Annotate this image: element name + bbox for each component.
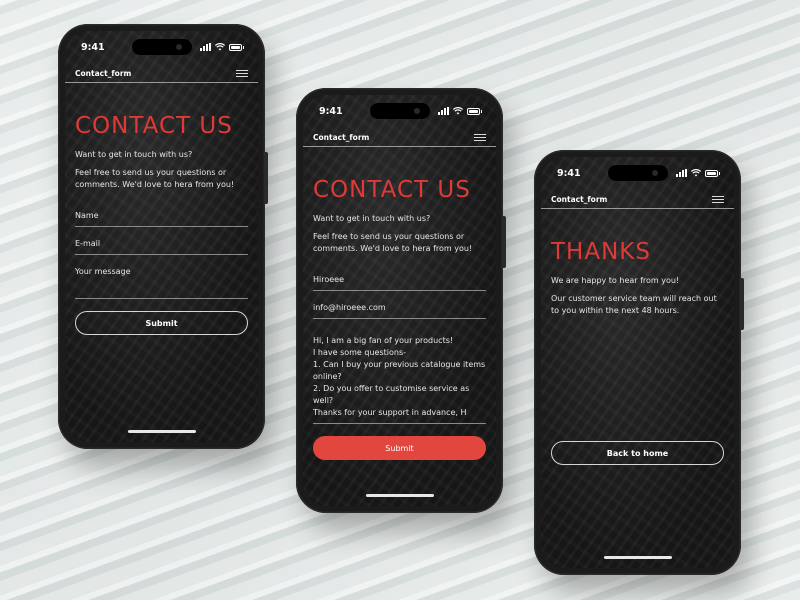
battery-icon — [467, 107, 482, 115]
status-time: 9:41 — [81, 41, 105, 53]
message-line: 2. Do you offer to customise service as … — [313, 384, 470, 405]
message-line: 1. Can I buy your previous catalogue ite… — [313, 360, 486, 381]
message-line: Hi, I am a big fan of your products! — [313, 336, 454, 345]
intro-text: Want to get in touch with us? — [75, 150, 193, 159]
home-indicator[interactable] — [603, 556, 672, 559]
battery-icon — [229, 43, 244, 51]
back-to-home-button[interactable]: Back to home — [551, 441, 724, 465]
status-bar: 9:41 — [81, 40, 244, 54]
hamburger-menu-icon[interactable] — [236, 69, 248, 77]
body-text: Feel free to send us your questions or c… — [313, 232, 473, 253]
name-field[interactable]: Hiroeee — [313, 269, 486, 291]
app-title: Contact_form — [75, 68, 132, 78]
phone-contact-filled: 9:41 Contact_form CONTACT US Want to get… — [296, 88, 506, 513]
page-title: CONTACT US — [313, 177, 471, 203]
intro-text: Want to get in touch with us? — [313, 214, 431, 223]
app-bar: Contact_form — [75, 65, 248, 81]
home-indicator[interactable] — [127, 430, 196, 433]
screen: 9:41 Contact_form CONTACT US Want to get… — [65, 31, 258, 442]
status-bar: 9:41 — [557, 166, 720, 180]
submit-button[interactable]: Submit — [313, 436, 486, 460]
phone-contact-empty: 9:41 Contact_form CONTACT US Want to get… — [58, 24, 268, 449]
submit-button[interactable]: Submit — [75, 311, 248, 335]
message-line: Thanks for your support in advance, H — [313, 408, 467, 417]
phone-thanks: 9:41 Contact_form THANKS We are happy to… — [534, 150, 744, 575]
intro-text: We are happy to hear from you! — [551, 276, 680, 285]
wifi-icon — [691, 169, 701, 177]
status-bar: 9:41 — [319, 104, 482, 118]
email-field[interactable]: E-mail — [75, 233, 248, 255]
hamburger-menu-icon[interactable] — [474, 133, 486, 141]
screen: 9:41 Contact_form CONTACT US Want to get… — [303, 95, 496, 506]
message-line: I have some questions- — [313, 348, 407, 357]
cellular-signal-icon — [676, 169, 687, 177]
header-divider — [65, 82, 258, 83]
cellular-signal-icon — [438, 107, 449, 115]
page-title: CONTACT US — [75, 113, 233, 139]
screen: 9:41 Contact_form THANKS We are happy to… — [541, 157, 734, 568]
header-divider — [303, 146, 496, 147]
email-field[interactable]: info@hiroeee.com — [313, 297, 486, 319]
page-title: THANKS — [551, 239, 651, 265]
cellular-signal-icon — [200, 43, 211, 51]
battery-icon — [705, 169, 720, 177]
app-title: Contact_form — [313, 132, 370, 142]
hamburger-menu-icon[interactable] — [712, 195, 724, 203]
header-divider — [541, 208, 734, 209]
message-field[interactable]: Hi, I am a big fan of your products! I h… — [313, 329, 486, 424]
status-time: 9:41 — [557, 167, 581, 179]
app-title: Contact_form — [551, 194, 608, 204]
status-time: 9:41 — [319, 105, 343, 117]
message-field[interactable]: Your message — [75, 261, 248, 299]
app-bar: Contact_form — [313, 129, 486, 145]
body-text: Feel free to send us your questions or c… — [75, 168, 235, 189]
name-field[interactable]: Name — [75, 205, 248, 227]
home-indicator[interactable] — [365, 494, 434, 497]
wifi-icon — [453, 107, 463, 115]
body-text: Our customer service team will reach out… — [551, 294, 717, 315]
wifi-icon — [215, 43, 225, 51]
app-bar: Contact_form — [551, 191, 724, 207]
